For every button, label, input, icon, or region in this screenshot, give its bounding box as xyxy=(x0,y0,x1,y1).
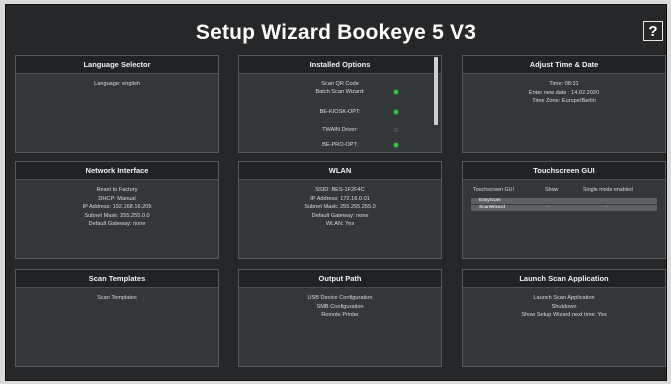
ssid-value: SSID: BES-1F2F4C xyxy=(315,187,365,193)
language-value[interactable]: Language: english xyxy=(16,80,218,89)
status-led-on-icon xyxy=(394,109,398,114)
panel-header: Adjust Time & Date xyxy=(463,56,665,74)
network-interface-panel: Network Interface Reset to Factory DHCP:… xyxy=(15,161,219,259)
panel-header: Network Interface xyxy=(16,162,218,180)
default-gateway-value: Default Gateway: none xyxy=(88,221,146,227)
wlan-ip-address-value: IP Address: 172.16.0.01 xyxy=(310,195,370,202)
gui-table-header: Touchscreen GUI Show Single mode enabled xyxy=(463,187,665,197)
option-label: Batch Scan Wizard: xyxy=(315,88,365,95)
panel-header: WLAN xyxy=(239,162,441,180)
reset-factory-button[interactable]: Reset to Factory xyxy=(16,186,218,195)
gui-row-easyscan[interactable]: EasyScan xyxy=(471,198,657,204)
remote-printer-button[interactable]: Remote Printer xyxy=(239,311,441,320)
option-label: TWAIN Driver: xyxy=(322,126,358,133)
launch-scan-application-button[interactable]: Launch Scan Application xyxy=(463,294,665,303)
option-label: BE-PRO-OPT: xyxy=(322,141,358,148)
gui-row-scanwizard[interactable]: ScanWizard - - xyxy=(471,205,657,211)
ip-address-value: IP Address: 192.168.16.205 xyxy=(82,204,152,210)
single-mode-toggle[interactable]: - xyxy=(606,205,608,211)
scan-templates-button[interactable]: Scan Templates xyxy=(16,294,218,303)
status-led-on-icon xyxy=(394,89,398,94)
panel-header: Installed Options xyxy=(239,56,441,74)
launch-scan-application-panel: Launch Scan Application Launch Scan Appl… xyxy=(462,269,666,367)
page-title: Setup Wizard Bookeye 5 V3 xyxy=(195,21,477,44)
scan-templates-panel: Scan Templates Scan Templates xyxy=(15,269,219,367)
shutdown-button[interactable]: Shutdown xyxy=(463,303,665,312)
show-wizard-next-time-toggle[interactable]: Show Setup Wizard next time: Yes xyxy=(463,311,665,320)
smb-configuration-button[interactable]: SMB Configuration xyxy=(239,303,441,312)
time-date-panel[interactable]: Adjust Time & Date Time: 08:31 Enter new… xyxy=(462,55,666,153)
wlan-default-gateway-value: Default Gateway: none xyxy=(311,212,369,219)
output-path-panel: Output Path USB Device Configuration SMB… xyxy=(238,269,442,367)
option-label: BE-KIOSK-OPT: xyxy=(319,108,361,115)
wlan-subnet-mask-value: Subnet Mask: 255.255.255.0 xyxy=(304,204,376,210)
date-input[interactable]: Enter new date : 14.02.2020 xyxy=(463,89,665,98)
column-single-mode: Single mode enabled xyxy=(583,187,633,193)
time-zone-value[interactable]: Time Zone: Europe/Berlin xyxy=(463,97,665,106)
option-row: Batch Scan Wizard: xyxy=(239,85,441,99)
options-scrollbar[interactable] xyxy=(434,57,438,125)
panel-header: Scan Templates xyxy=(16,270,218,288)
usb-device-configuration-button[interactable]: USB Device Configuration xyxy=(239,294,441,303)
show-toggle[interactable]: - xyxy=(548,205,550,211)
status-led-on-icon xyxy=(394,142,398,147)
installed-options-panel: Installed Options Scan QR Code Batch Sca… xyxy=(238,55,442,153)
column-show: Show xyxy=(545,187,559,193)
option-row: BE-KIOSK-OPT: xyxy=(239,105,441,119)
gui-row-name: ScanWizard xyxy=(479,205,505,210)
touchscreen-gui-panel: Touchscreen GUI Touchscreen GUI Show Sin… xyxy=(462,161,666,259)
panel-header: Touchscreen GUI xyxy=(463,162,665,180)
gui-row-name: EasyScan xyxy=(479,198,501,203)
wlan-toggle[interactable]: WLAN: Yes xyxy=(239,220,441,229)
option-row: BE-PRO-OPT: xyxy=(239,138,441,152)
dhcp-setting[interactable]: DHCP: Manual xyxy=(16,195,218,204)
status-led-off-icon xyxy=(394,127,398,132)
help-button[interactable]: ? xyxy=(643,21,663,41)
setup-wizard-screen: Setup Wizard Bookeye 5 V3 ? Language Sel… xyxy=(5,4,667,381)
subnet-mask-value: Subnet Mask: 255.255.0.0 xyxy=(84,212,150,219)
panel-header: Language Selector xyxy=(16,56,218,74)
panel-header: Output Path xyxy=(239,270,441,288)
panel-header: Launch Scan Application xyxy=(463,270,665,288)
wlan-panel: WLAN SSID: BES-1F2F4C IP Address: 172.16… xyxy=(238,161,442,259)
time-value: Time: 08:31 xyxy=(549,81,579,87)
column-touchscreen-gui: Touchscreen GUI xyxy=(473,187,514,193)
option-row: TWAIN Driver: xyxy=(239,123,441,137)
language-selector-panel[interactable]: Language Selector Language: english xyxy=(15,55,219,153)
